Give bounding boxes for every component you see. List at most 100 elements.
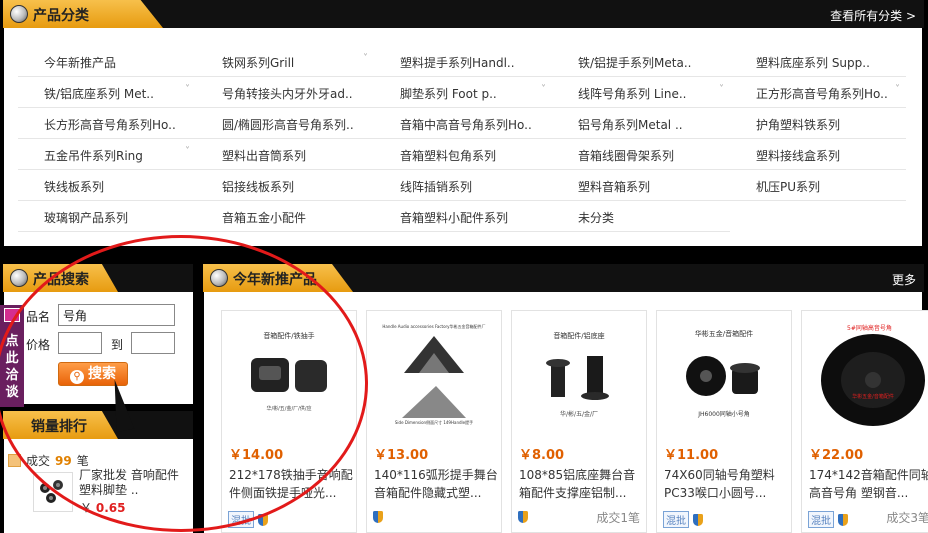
category-item[interactable]: 号角转接头内牙外牙ad..	[196, 77, 374, 108]
img-caption: 音箱配件/铁抽手	[263, 331, 314, 340]
product-card[interactable]: 音箱配件/铁抽手 华/彬/五/金/厂/供/应 ￥14.00 212*178铁抽手音响配…	[221, 310, 357, 533]
name-label: 品名	[26, 310, 51, 324]
wholesale-tag[interactable]: 混批	[663, 511, 689, 528]
category-item-label: 塑料接线盒系列	[756, 149, 841, 163]
category-item[interactable]: 今年新推产品	[18, 46, 196, 77]
category-item[interactable]: 塑料提手系列Handl..	[374, 46, 552, 77]
chevron-down-icon[interactable]: ˅	[185, 146, 190, 157]
product-name[interactable]: 140*116弧形提手舞台音箱配件隐藏式塑...	[374, 466, 500, 502]
chevron-down-icon[interactable]: ˅	[363, 53, 368, 64]
shield-icon	[693, 513, 703, 526]
globe-icon	[210, 269, 228, 287]
sales-number: 99	[55, 453, 72, 468]
category-item[interactable]: 机压PU系列	[730, 170, 906, 201]
category-item[interactable]: 铁/铝底座系列 Met.. ˅	[18, 77, 196, 108]
category-item[interactable]: 铝接线板系列	[196, 170, 374, 201]
product-image[interactable]: 音箱配件/铁抽手 华/彬/五/金/厂/供/应	[228, 317, 350, 429]
svg-text:JH6000同轴小号角: JH6000同轴小号角	[697, 410, 750, 418]
product-image[interactable]: Handle Audio accessories Factory华彬五金音箱配件…	[373, 317, 495, 429]
wholesale-tag[interactable]: 混批	[228, 511, 254, 528]
category-grid: 今年新推产品 铁网系列Grill ˅ 塑料提手系列Handl.. 铁/铝提手系列Meta…	[18, 46, 920, 232]
category-item[interactable]: 音箱五金小配件	[196, 201, 374, 232]
category-item-label: 机压PU系列	[756, 180, 821, 194]
category-item[interactable]: 音箱线圈骨架系列	[552, 139, 730, 170]
category-item[interactable]: 铁网系列Grill ˅	[196, 46, 374, 77]
name-input[interactable]	[58, 304, 175, 326]
svg-text:华/彬/五/金/厂: 华/彬/五/金/厂	[560, 410, 598, 418]
category-item[interactable]: 铁线板系列	[18, 170, 196, 201]
category-item[interactable]: 正方形高音号角系列Ho.. ˅	[730, 77, 906, 108]
price-min-input[interactable]	[58, 332, 102, 354]
product-price: ￥13.00	[374, 448, 429, 463]
category-item-label: 塑料音箱系列	[578, 180, 651, 194]
product-image[interactable]: 5#同轴高音号角 华彬五金/音箱配件	[808, 317, 928, 429]
product-badges	[518, 511, 528, 523]
product-price: ￥22.00	[809, 448, 864, 463]
product-image[interactable]: 华彬五金/音箱配件 JH6000同轴小号角	[663, 317, 785, 429]
wholesale-tag[interactable]: 混批	[808, 511, 834, 528]
category-item-label: 音箱五金小配件	[222, 211, 307, 225]
category-item[interactable]: 脚垫系列 Foot p.. ˅	[374, 77, 552, 108]
search-icon: ⚲	[70, 370, 84, 384]
chevron-down-icon[interactable]: ˅	[719, 84, 724, 95]
product-name[interactable]: 212*178铁抽手音响配件侧面铁提手哑光...	[229, 466, 355, 502]
category-item-label: 铝接线板系列	[222, 180, 295, 194]
product-price: ￥8.00	[519, 448, 565, 463]
category-item-label: 音箱塑料小配件系列	[400, 211, 509, 225]
shield-icon	[258, 513, 268, 526]
shield-icon	[518, 511, 528, 523]
category-item-label: 音箱线圈骨架系列	[578, 149, 675, 163]
category-item[interactable]: 圆/椭圆形高音号角系列..	[196, 108, 374, 139]
sales-count: 成交 99 笔	[8, 452, 89, 469]
sales-item-thumbnail[interactable]	[33, 472, 73, 512]
category-item-label: 正方形高音号角系列Ho..	[756, 87, 888, 101]
price-max-input[interactable]	[131, 332, 175, 354]
product-card[interactable]: Handle Audio accessories Factory华彬五金音箱配件…	[366, 310, 502, 533]
product-card[interactable]: 华彬五金/音箱配件 JH6000同轴小号角 ￥11.00 74X60同轴号角塑料PC3…	[656, 310, 792, 533]
price-label: 价格	[26, 338, 51, 352]
svg-text:音箱配件/铝底座: 音箱配件/铝底座	[553, 331, 604, 340]
chevron-down-icon[interactable]: ˅	[895, 84, 900, 95]
category-item[interactable]: 五金吊件系列Ring ˅	[18, 139, 196, 170]
sales-item-name[interactable]: 厂家批发 音响配件 塑料脚垫 ..	[79, 468, 189, 498]
chevron-down-icon[interactable]: ˅	[185, 84, 190, 95]
new-products-header: 今年新推产品 更多	[203, 264, 924, 292]
sales-header: 销量排行	[3, 411, 193, 439]
category-item[interactable]: 线阵插销系列	[374, 170, 552, 201]
product-name[interactable]: 108*85铝底座舞台音箱配件支撑座铝制...	[519, 466, 645, 502]
product-image[interactable]: 音箱配件/铝底座 华/彬/五/金/厂	[518, 317, 640, 429]
category-header: 产品分类 查看所有分类 >	[3, 0, 924, 28]
product-name[interactable]: 74X60同轴号角塑料PC33喉口小圆号...	[664, 466, 790, 502]
category-item[interactable]: 音箱塑料小配件系列	[374, 201, 552, 232]
category-item[interactable]: 塑料接线盒系列	[730, 139, 906, 170]
category-item-label: 铝号角系列Metal ..	[578, 118, 683, 132]
category-item[interactable]: 塑料音箱系列	[552, 170, 730, 201]
category-item-label: 玻璃钢产品系列	[44, 211, 129, 225]
category-item-label: 今年新推产品	[44, 56, 117, 70]
product-deals: 成交3笔	[886, 511, 928, 525]
category-item[interactable]: 塑料出音筒系列	[196, 139, 374, 170]
category-item-label: 线阵插销系列	[400, 180, 473, 194]
category-item[interactable]: 塑料底座系列 Supp..	[730, 46, 906, 77]
category-item[interactable]: 音箱塑料包角系列	[374, 139, 552, 170]
more-link[interactable]: 更多	[892, 271, 916, 288]
category-item[interactable]: 玻璃钢产品系列	[18, 201, 196, 232]
product-name[interactable]: 174*142音箱配件同轴高音号角 塑钢音...	[809, 466, 928, 502]
category-item[interactable]: 线阵号角系列 Line.. ˅	[552, 77, 730, 108]
chevron-down-icon[interactable]: ˅	[541, 84, 546, 95]
category-item-label: 音箱塑料包角系列	[400, 149, 497, 163]
chat-side-tab-label: 点此洽谈	[5, 334, 19, 400]
product-card[interactable]: 5#同轴高音号角 华彬五金/音箱配件 ￥22.00 174*142音箱配件同轴高音号角…	[801, 310, 928, 533]
category-item[interactable]: 护角塑料铁系列	[730, 108, 906, 139]
category-item[interactable]: 音箱中高音号角系列Ho..	[374, 108, 552, 139]
category-item[interactable]: 铁/铝提手系列Meta..	[552, 46, 730, 77]
product-badges: 混批	[228, 511, 268, 528]
view-all-categories-link[interactable]: 查看所有分类 >	[830, 7, 916, 24]
category-item[interactable]: 未分类	[552, 201, 730, 232]
shield-icon	[838, 513, 848, 526]
sales-suffix: 笔	[76, 454, 89, 468]
category-item[interactable]: 长方形高音号角系列Ho..	[18, 108, 196, 139]
product-card[interactable]: 音箱配件/铝底座 华/彬/五/金/厂 ￥8.00 108*85铝底座舞台音箱配件支撑座…	[511, 310, 647, 533]
chat-side-tab[interactable]: 点此洽谈	[0, 305, 24, 407]
category-item[interactable]: 铝号角系列Metal ..	[552, 108, 730, 139]
